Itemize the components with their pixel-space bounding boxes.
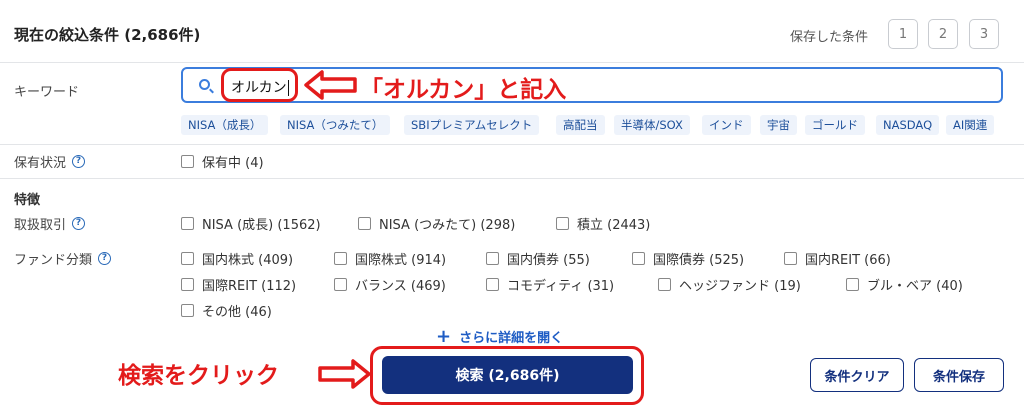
chip-ai[interactable]: AI関連 [946,115,995,135]
category-checkbox-domestic-bond[interactable]: 国内債券 (55) [486,249,590,268]
features-section-label: 特徴 [14,193,41,208]
handling-label: 取扱取引 ? [14,214,86,233]
expand-details-link[interactable]: + さらに詳細を開く [436,327,563,346]
help-icon[interactable]: ? [98,252,112,265]
category-checkbox-bull-bear[interactable]: ブル・ベア (40) [846,275,963,294]
category-checkbox-balance[interactable]: バランス (469) [334,275,446,294]
chip-gold[interactable]: ゴールド [805,115,865,135]
checkbox-icon[interactable] [358,217,371,230]
checkbox-icon[interactable] [334,252,347,265]
keyword-highlight-box [221,68,298,102]
fund-category-label: ファンド分類 ? [14,249,112,268]
checkbox-label: 国内債券 (55) [507,253,590,268]
help-icon[interactable]: ? [72,217,86,230]
filter-header: 現在の絞込条件 (2,686件) 保存した条件 1 2 3 [0,0,1024,62]
saved-slot-1-button[interactable]: 1 [888,19,918,49]
checkbox-icon[interactable] [181,304,194,317]
category-checkbox-intl-equity[interactable]: 国際株式 (914) [334,249,446,268]
checkbox-icon[interactable] [334,278,347,291]
chip-space[interactable]: 宇宙 [760,115,797,135]
holding-checkbox[interactable]: 保有中 (4) [181,152,264,171]
save-conditions-button[interactable]: 条件保存 [914,358,1004,392]
current-filter-title: 現在の絞込条件 (2,686件) [14,26,201,44]
divider [0,62,1024,63]
checkbox-icon[interactable] [846,278,859,291]
search-icon [199,79,210,90]
category-checkbox-other[interactable]: その他 (46) [181,301,272,320]
category-checkbox-intl-reit[interactable]: 国際REIT (112) [181,275,296,294]
checkbox-label: ヘッジファンド (19) [679,279,801,294]
chip-nisa-growth[interactable]: NISA（成長） [181,115,269,135]
checkbox-label: 保有中 (4) [202,156,264,171]
checkbox-label: バランス (469) [355,279,446,294]
holding-status-label: 保有状況 ? [14,152,86,171]
help-icon[interactable]: ? [72,155,86,168]
chip-india[interactable]: インド [702,115,751,135]
chip-nasdaq[interactable]: NASDAQ [876,115,940,135]
divider [0,144,1024,145]
checkbox-icon[interactable] [181,252,194,265]
category-checkbox-domestic-equity[interactable]: 国内株式 (409) [181,249,293,268]
handling-checkbox-tsumitate[interactable]: 積立 (2443) [556,214,650,233]
checkbox-icon[interactable] [658,278,671,291]
saved-slot-3-button[interactable]: 3 [969,19,999,49]
checkbox-label: 国内REIT (66) [805,253,891,268]
search-button[interactable]: 検索 (2,686件) [382,356,633,394]
checkbox-icon[interactable] [486,252,499,265]
click-annotation-text: 検索をクリック [118,363,279,389]
saved-conditions-label: 保存した条件 [790,30,869,45]
plus-icon: + [436,325,452,347]
holding-status-label-text: 保有状況 [14,156,67,171]
handling-label-text: 取扱取引 [14,218,67,233]
checkbox-icon[interactable] [632,252,645,265]
checkbox-icon[interactable] [784,252,797,265]
checkbox-label: ブル・ベア (40) [867,279,963,294]
category-checkbox-domestic-reit[interactable]: 国内REIT (66) [784,249,891,268]
chip-high-dividend[interactable]: 高配当 [556,115,605,135]
checkbox-label: NISA (つみたて) (298) [379,218,516,233]
handling-checkbox-nisa-growth[interactable]: NISA (成長) (1562) [181,214,321,233]
checkbox-icon[interactable] [556,217,569,230]
checkbox-label: NISA (成長) (1562) [202,218,321,233]
category-checkbox-commodity[interactable]: コモディティ (31) [486,275,614,294]
expand-details-text: さらに詳細を開く [459,331,564,346]
checkbox-label: 国際債券 (525) [653,253,745,268]
chip-sbi-premium[interactable]: SBIプレミアムセレクト [404,115,540,135]
checkbox-label: 国内株式 (409) [202,253,294,268]
saved-slot-2-button[interactable]: 2 [928,19,958,49]
clear-conditions-button[interactable]: 条件クリア [810,358,904,392]
category-checkbox-hedge-fund[interactable]: ヘッジファンド (19) [658,275,801,294]
checkbox-icon[interactable] [181,278,194,291]
right-arrow-icon [318,359,371,389]
keyword-annotation-text: 「オルカン」と記入 [360,77,567,103]
checkbox-icon[interactable] [181,155,194,168]
checkbox-label: 国際株式 (914) [355,253,447,268]
chip-semiconductor[interactable]: 半導体/SOX [614,115,690,135]
checkbox-label: コモディティ (31) [507,279,615,294]
keyword-label: キーワード [14,81,79,100]
fund-category-label-text: ファンド分類 [14,253,93,268]
chip-nisa-tsumitate[interactable]: NISA（つみたて） [280,115,391,135]
divider [0,178,1024,179]
handling-checkbox-nisa-tsumitate[interactable]: NISA (つみたて) (298) [358,214,515,233]
checkbox-icon[interactable] [486,278,499,291]
checkbox-label: 積立 (2443) [577,218,651,233]
checkbox-icon[interactable] [181,217,194,230]
checkbox-label: その他 (46) [202,305,272,320]
keyword-label-text: キーワード [14,85,80,100]
left-arrow-icon [304,70,357,100]
category-checkbox-intl-bond[interactable]: 国際債券 (525) [632,249,744,268]
checkbox-label: 国際REIT (112) [202,279,297,294]
